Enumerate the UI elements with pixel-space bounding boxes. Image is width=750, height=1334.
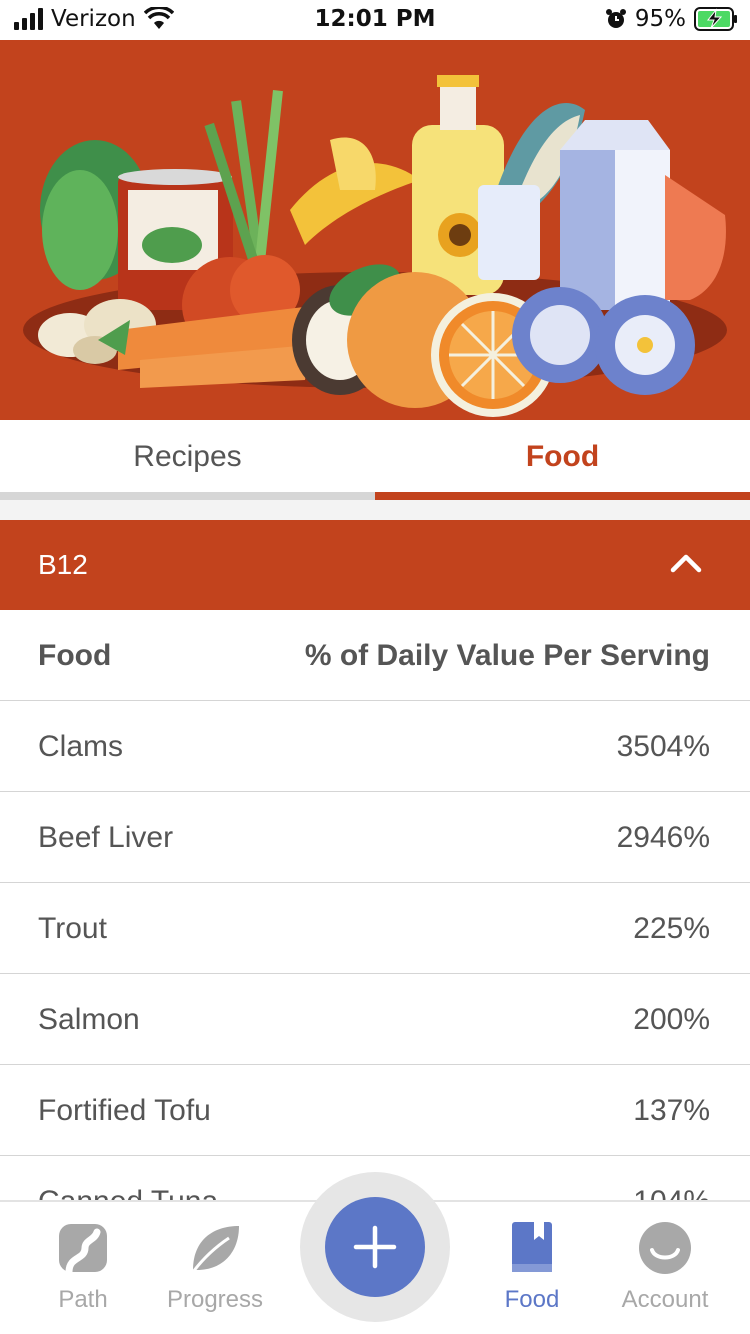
nutrient-title: B12	[38, 549, 88, 580]
column-header-daily-value: % of Daily Value Per Serving	[304, 639, 710, 672]
hero-illustration	[0, 40, 750, 420]
nav-label-account: Account	[621, 1286, 709, 1313]
alarm-icon	[605, 9, 626, 28]
food-name: Clams	[38, 730, 124, 763]
book-icon	[512, 1222, 552, 1272]
table-row: Beef Liver 2946%	[0, 792, 750, 883]
bottom-navigation: Path Progress Food Account	[0, 1172, 750, 1334]
table-row: Trout 225%	[0, 883, 750, 974]
chevron-up-icon[interactable]	[670, 550, 702, 574]
daily-value: 200%	[633, 1003, 710, 1036]
tab-bar: Recipes Food	[0, 420, 750, 500]
table-row: Clams 3504%	[0, 701, 750, 792]
nutrient-section-header[interactable]: B12	[0, 520, 750, 610]
add-button[interactable]	[325, 1197, 425, 1297]
path-icon	[59, 1224, 107, 1276]
nav-account[interactable]: Account	[600, 1220, 730, 1314]
plus-icon	[353, 1225, 397, 1269]
groceries-illustration	[23, 75, 727, 417]
nav-path[interactable]: Path	[18, 1220, 148, 1314]
account-icon	[639, 1222, 691, 1274]
food-name: Salmon	[38, 1003, 140, 1036]
tab-recipes[interactable]: Recipes	[0, 420, 375, 500]
daily-value: 137%	[633, 1094, 710, 1127]
status-right: 95%	[605, 6, 738, 32]
section-spacer	[0, 500, 750, 520]
daily-value: 2946%	[616, 821, 710, 854]
status-bar: Verizon 12:01 PM 95%	[0, 0, 750, 40]
food-name: Beef Liver	[38, 821, 174, 854]
add-button-ring	[300, 1172, 450, 1322]
table-row: Fortified Tofu 137%	[0, 1065, 750, 1156]
nav-label-progress: Progress	[166, 1286, 264, 1313]
tab-food[interactable]: Food	[375, 420, 750, 500]
leaf-icon	[191, 1226, 239, 1273]
nav-food[interactable]: Food	[467, 1220, 597, 1314]
food-name: Trout	[38, 912, 107, 945]
nav-label-food: Food	[504, 1286, 560, 1313]
column-header-food: Food	[38, 639, 112, 672]
daily-value: 225%	[633, 912, 710, 945]
battery-percent: 95%	[634, 6, 686, 32]
nav-progress[interactable]: Progress	[150, 1220, 280, 1314]
nav-label-path: Path	[58, 1286, 108, 1313]
table-row: Salmon 200%	[0, 974, 750, 1065]
battery-charging-icon	[694, 7, 737, 31]
table-header-row: Food % of Daily Value Per Serving	[0, 610, 750, 701]
daily-value: 3504%	[616, 730, 710, 763]
nutrient-table: Food % of Daily Value Per Serving Clams …	[0, 610, 750, 1247]
food-name: Fortified Tofu	[38, 1094, 211, 1127]
